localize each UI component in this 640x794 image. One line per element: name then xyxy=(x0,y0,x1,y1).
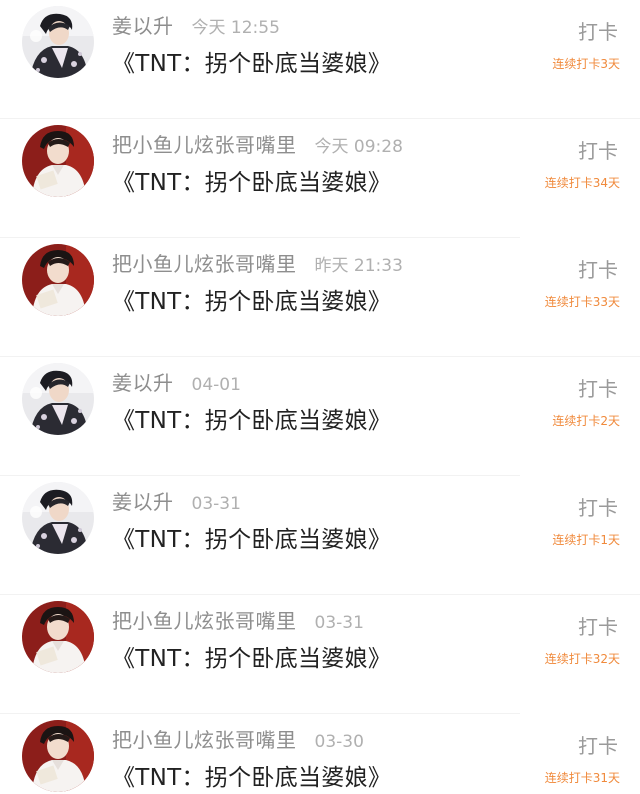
streak-label: 连续打卡31天 xyxy=(544,771,620,785)
list-item[interactable]: 姜以升 今天 12:55 《TNT：拐个卧底当婆娘》 打卡 连续打卡3天 xyxy=(0,0,640,119)
username[interactable]: 把小鱼儿炫张哥嘴里 xyxy=(112,605,297,634)
checkin-button[interactable]: 打卡 xyxy=(578,373,618,402)
book-title[interactable]: 《TNT：拐个卧底当婆娘》 xyxy=(112,520,391,554)
username[interactable]: 姜以升 xyxy=(112,486,174,515)
list-item[interactable]: 姜以升 04-01 《TNT：拐个卧底当婆娘》 打卡 连续打卡2天 xyxy=(0,357,640,476)
avatar-red-icon xyxy=(22,125,94,197)
timestamp: 今天 12:55 xyxy=(191,18,280,38)
book-title[interactable]: 《TNT：拐个卧底当婆娘》 xyxy=(112,639,391,673)
book-title[interactable]: 《TNT：拐个卧底当婆娘》 xyxy=(112,282,391,316)
meta-line: 把小鱼儿炫张哥嘴里 03-30 xyxy=(112,724,364,752)
book-title[interactable]: 《TNT：拐个卧底当婆娘》 xyxy=(112,401,391,435)
checkin-button[interactable]: 打卡 xyxy=(578,16,618,45)
streak-label: 连续打卡2天 xyxy=(552,414,620,428)
avatar[interactable] xyxy=(22,125,94,197)
username[interactable]: 把小鱼儿炫张哥嘴里 xyxy=(112,129,297,158)
book-title[interactable]: 《TNT：拐个卧底当婆娘》 xyxy=(112,758,391,792)
timestamp: 03-31 xyxy=(314,613,364,633)
username[interactable]: 把小鱼儿炫张哥嘴里 xyxy=(112,248,297,277)
meta-line: 姜以升 03-31 xyxy=(112,486,241,514)
meta-line: 姜以升 今天 12:55 xyxy=(112,10,280,38)
avatar[interactable] xyxy=(22,363,94,435)
avatar-dark-icon xyxy=(22,6,94,78)
timestamp: 04-01 xyxy=(191,375,241,395)
avatar-dark-icon xyxy=(22,363,94,435)
avatar[interactable] xyxy=(22,482,94,554)
streak-label: 连续打卡33天 xyxy=(544,295,620,309)
book-title[interactable]: 《TNT：拐个卧底当婆娘》 xyxy=(112,44,391,78)
checkin-button[interactable]: 打卡 xyxy=(578,492,618,521)
streak-label: 连续打卡3天 xyxy=(552,57,620,71)
checkin-feed: 姜以升 今天 12:55 《TNT：拐个卧底当婆娘》 打卡 连续打卡3天 把小鱼… xyxy=(0,0,640,794)
avatar[interactable] xyxy=(22,6,94,78)
checkin-button[interactable]: 打卡 xyxy=(578,254,618,283)
meta-line: 姜以升 04-01 xyxy=(112,367,241,395)
timestamp: 03-30 xyxy=(314,732,364,752)
list-item[interactable]: 把小鱼儿炫张哥嘴里 03-31 《TNT：拐个卧底当婆娘》 打卡 连续打卡32天 xyxy=(0,595,640,714)
checkin-button[interactable]: 打卡 xyxy=(578,135,618,164)
username[interactable]: 把小鱼儿炫张哥嘴里 xyxy=(112,724,297,753)
checkin-button[interactable]: 打卡 xyxy=(578,730,618,759)
meta-line: 把小鱼儿炫张哥嘴里 今天 09:28 xyxy=(112,129,403,157)
username[interactable]: 姜以升 xyxy=(112,367,174,396)
username[interactable]: 姜以升 xyxy=(112,10,174,39)
streak-label: 连续打卡34天 xyxy=(544,176,620,190)
timestamp: 昨天 21:33 xyxy=(314,256,403,276)
list-item[interactable]: 姜以升 03-31 《TNT：拐个卧底当婆娘》 打卡 连续打卡1天 xyxy=(0,476,640,595)
avatar-dark-icon xyxy=(22,482,94,554)
streak-label: 连续打卡32天 xyxy=(544,652,620,666)
list-item[interactable]: 把小鱼儿炫张哥嘴里 今天 09:28 《TNT：拐个卧底当婆娘》 打卡 连续打卡… xyxy=(0,119,640,238)
avatar[interactable] xyxy=(22,601,94,673)
meta-line: 把小鱼儿炫张哥嘴里 昨天 21:33 xyxy=(112,248,403,276)
list-item[interactable]: 把小鱼儿炫张哥嘴里 昨天 21:33 《TNT：拐个卧底当婆娘》 打卡 连续打卡… xyxy=(0,238,640,357)
avatar[interactable] xyxy=(22,244,94,316)
meta-line: 把小鱼儿炫张哥嘴里 03-31 xyxy=(112,605,364,633)
avatar[interactable] xyxy=(22,720,94,792)
streak-label: 连续打卡1天 xyxy=(552,533,620,547)
list-item[interactable]: 把小鱼儿炫张哥嘴里 03-30 《TNT：拐个卧底当婆娘》 打卡 连续打卡31天 xyxy=(0,714,640,794)
timestamp: 今天 09:28 xyxy=(314,137,403,157)
avatar-red-icon xyxy=(22,244,94,316)
book-title[interactable]: 《TNT：拐个卧底当婆娘》 xyxy=(112,163,391,197)
timestamp: 03-31 xyxy=(191,494,241,514)
avatar-red-icon xyxy=(22,720,94,792)
checkin-button[interactable]: 打卡 xyxy=(578,611,618,640)
avatar-red-icon xyxy=(22,601,94,673)
